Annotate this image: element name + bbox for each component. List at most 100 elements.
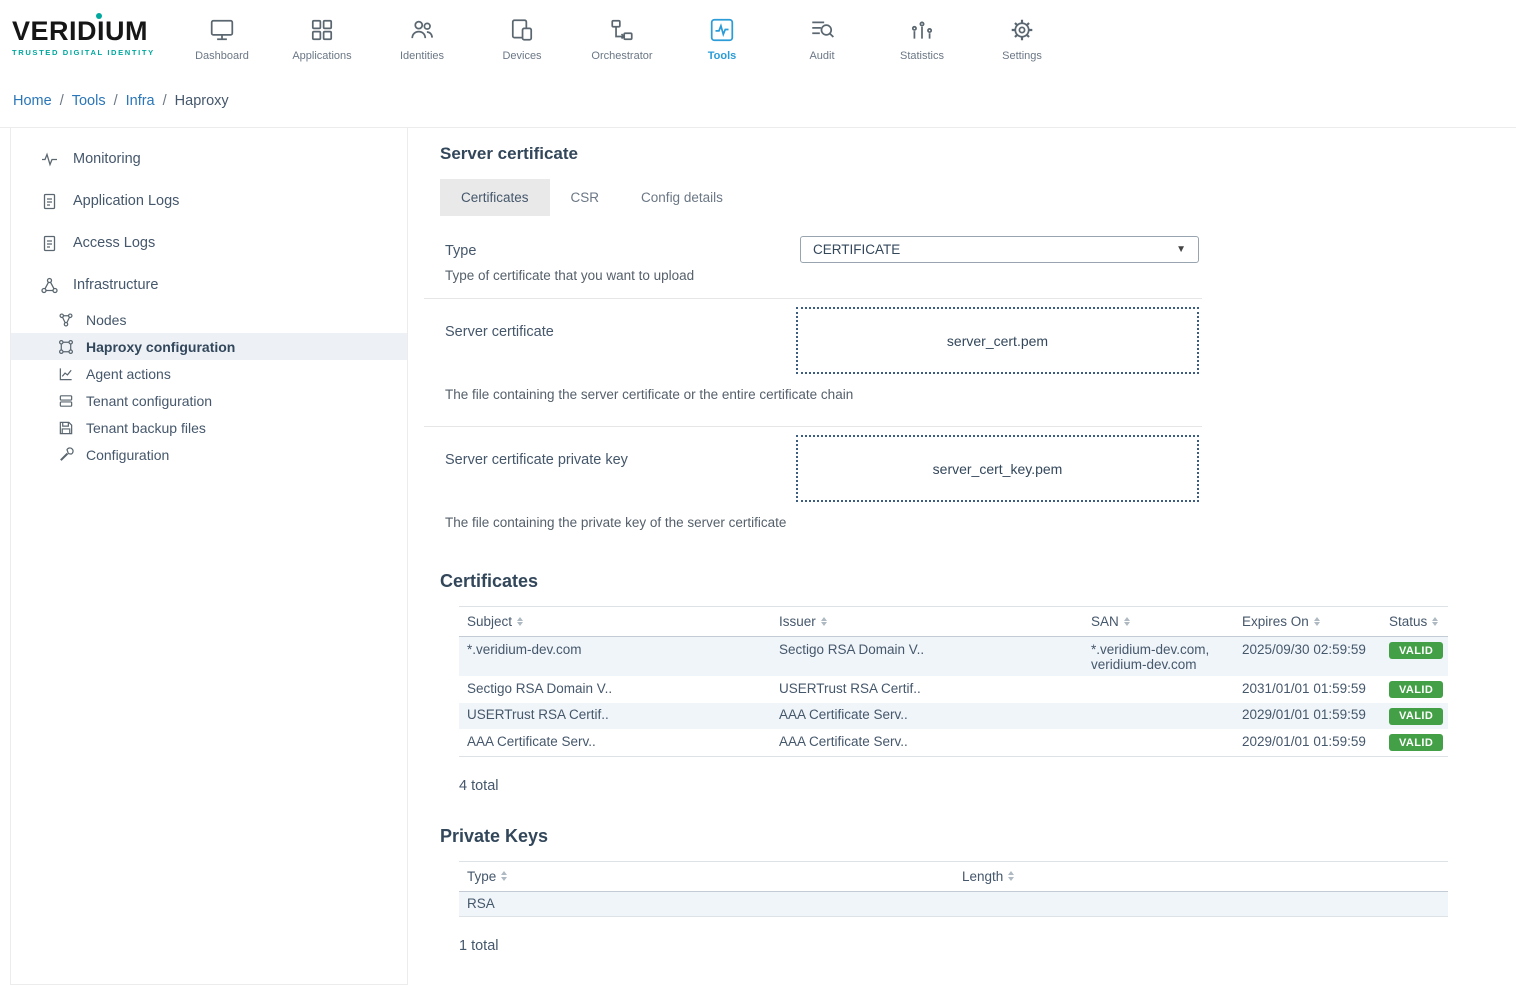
- cell-subject: Sectigo RSA Domain V..: [459, 676, 771, 703]
- logo-wordmark: VERIDIUM: [12, 18, 172, 45]
- certificates-table: Subject Issuer SAN Expires On Status *.v…: [459, 606, 1448, 757]
- table-header-row: Subject Issuer SAN Expires On Status: [459, 607, 1448, 637]
- dashboard-icon: [209, 17, 235, 43]
- server-certificate-row: Server certificate server_cert.pem The f…: [445, 299, 1516, 411]
- tab-csr[interactable]: CSR: [550, 179, 621, 216]
- veridium-logo[interactable]: VERIDIUM TRUSTED DIGITAL IDENTITY: [12, 18, 172, 57]
- settings-gear-icon: [1009, 17, 1035, 43]
- cell-status: VALID: [1381, 637, 1448, 677]
- audit-icon: [809, 17, 835, 43]
- column-header-issuer[interactable]: Issuer: [771, 607, 1083, 637]
- file-text-icon: [41, 235, 58, 252]
- content-area: Monitoring Application Logs Access Logs …: [0, 127, 1516, 985]
- nav-label: Audit: [809, 50, 834, 62]
- type-helper-text: Type of certificate that you want to upl…: [445, 268, 1516, 283]
- orchestrator-icon: [609, 17, 635, 43]
- nodes-icon: [58, 312, 74, 328]
- column-header-san[interactable]: SAN: [1083, 607, 1234, 637]
- sidebar-item-agent-actions[interactable]: Agent actions: [11, 360, 407, 387]
- sidebar-item-label: Monitoring: [73, 151, 141, 167]
- sidebar-item-infrastructure[interactable]: Infrastructure: [11, 264, 407, 306]
- column-header-expires-on[interactable]: Expires On: [1234, 607, 1381, 637]
- sidebar: Monitoring Application Logs Access Logs …: [10, 128, 408, 985]
- nav-label: Tools: [708, 50, 737, 62]
- private-keys-table: Type Length RSA: [459, 861, 1448, 917]
- sidebar-item-label: Haproxy configuration: [86, 339, 235, 355]
- nav-item-audit[interactable]: Audit: [772, 13, 872, 62]
- nav-item-settings[interactable]: Settings: [972, 13, 1072, 62]
- nav-item-tools[interactable]: Tools: [672, 13, 772, 62]
- sidebar-item-nodes[interactable]: Nodes: [11, 306, 407, 333]
- column-header-type[interactable]: Type: [459, 861, 954, 891]
- column-header-length[interactable]: Length: [954, 861, 1448, 891]
- certificate-type-select[interactable]: CERTIFICATE ▼: [800, 236, 1199, 263]
- breadcrumb-separator: /: [163, 93, 167, 109]
- sidebar-item-tenant-configuration[interactable]: Tenant configuration: [11, 387, 407, 414]
- nav-item-orchestrator[interactable]: Orchestrator: [572, 13, 672, 62]
- cell-expires: 2031/01/01 01:59:59: [1234, 676, 1381, 703]
- cell-san: [1083, 703, 1234, 730]
- cell-status: VALID: [1381, 676, 1448, 703]
- sidebar-item-access-logs[interactable]: Access Logs: [11, 222, 407, 264]
- breadcrumb-home[interactable]: Home: [13, 93, 52, 109]
- tab-config-details[interactable]: Config details: [620, 179, 744, 216]
- private-key-dropzone[interactable]: server_cert_key.pem: [796, 435, 1199, 502]
- breadcrumb-infra[interactable]: Infra: [126, 93, 155, 109]
- column-header-subject[interactable]: Subject: [459, 607, 771, 637]
- nav-item-applications[interactable]: Applications: [272, 13, 372, 62]
- wrench-icon: [58, 447, 74, 463]
- breadcrumb-separator: /: [114, 93, 118, 109]
- table-row: RSA: [459, 891, 1448, 916]
- cell-expires: 2029/01/01 01:59:59: [1234, 729, 1381, 756]
- nav-label: Applications: [292, 50, 351, 62]
- applications-icon: [309, 17, 335, 43]
- sidebar-item-label: Nodes: [86, 312, 126, 328]
- sidebar-item-label: Tenant configuration: [86, 393, 212, 409]
- private-key-filename: server_cert_key.pem: [933, 461, 1063, 477]
- status-badge: VALID: [1389, 681, 1443, 698]
- nav-item-dashboard[interactable]: Dashboard: [172, 13, 272, 62]
- nav-item-devices[interactable]: Devices: [472, 13, 572, 62]
- sidebar-item-label: Infrastructure: [73, 277, 158, 293]
- sort-icon[interactable]: [1314, 617, 1320, 627]
- sidebar-item-monitoring[interactable]: Monitoring: [11, 138, 407, 180]
- sidebar-item-label: Tenant backup files: [86, 420, 206, 436]
- private-key-row: Server certificate private key server_ce…: [445, 427, 1516, 539]
- cell-status: VALID: [1381, 703, 1448, 730]
- sort-icon[interactable]: [501, 871, 507, 881]
- certificates-section-title: Certificates: [440, 571, 1516, 592]
- cell-subject: AAA Certificate Serv..: [459, 729, 771, 756]
- top-navigation: VERIDIUM TRUSTED DIGITAL IDENTITY Dashbo…: [0, 0, 1516, 75]
- nav-item-statistics[interactable]: Statistics: [872, 13, 972, 62]
- cell-status: VALID: [1381, 729, 1448, 756]
- breadcrumb-tools[interactable]: Tools: [72, 93, 106, 109]
- private-keys-total-count: 1 total: [459, 938, 1516, 954]
- line-chart-icon: [58, 366, 74, 382]
- devices-icon: [509, 17, 535, 43]
- nav-label: Devices: [502, 50, 541, 62]
- breadcrumb-current: Haproxy: [175, 93, 229, 109]
- sidebar-item-tenant-backup-files[interactable]: Tenant backup files: [11, 414, 407, 441]
- graph-nodes-icon: [58, 339, 74, 355]
- cell-issuer: AAA Certificate Serv..: [771, 729, 1083, 756]
- sort-icon[interactable]: [1432, 617, 1438, 627]
- sort-icon[interactable]: [821, 617, 827, 627]
- server-certificate-dropzone[interactable]: server_cert.pem: [796, 307, 1199, 374]
- cell-expires: 2029/01/01 01:59:59: [1234, 703, 1381, 730]
- sidebar-item-application-logs[interactable]: Application Logs: [11, 180, 407, 222]
- server-icon: [58, 393, 74, 409]
- column-header-status[interactable]: Status: [1381, 607, 1448, 637]
- sort-icon[interactable]: [517, 617, 523, 627]
- sidebar-item-haproxy-configuration[interactable]: Haproxy configuration: [11, 333, 407, 360]
- sort-icon[interactable]: [1008, 871, 1014, 881]
- nav-item-identities[interactable]: Identities: [372, 13, 472, 62]
- cell-expires: 2025/09/30 02:59:59: [1234, 637, 1381, 677]
- sort-icon[interactable]: [1124, 617, 1130, 627]
- main-panel: Server certificate Certificates CSR Conf…: [408, 128, 1516, 985]
- cell-san: *.veridium-dev.com, veridium-dev.com: [1083, 637, 1234, 677]
- cell-issuer: Sectigo RSA Domain V..: [771, 637, 1083, 677]
- sidebar-item-configuration[interactable]: Configuration: [11, 441, 407, 468]
- logo-tagline: TRUSTED DIGITAL IDENTITY: [12, 48, 172, 57]
- tab-certificates[interactable]: Certificates: [440, 179, 550, 216]
- sidebar-item-label: Agent actions: [86, 366, 171, 382]
